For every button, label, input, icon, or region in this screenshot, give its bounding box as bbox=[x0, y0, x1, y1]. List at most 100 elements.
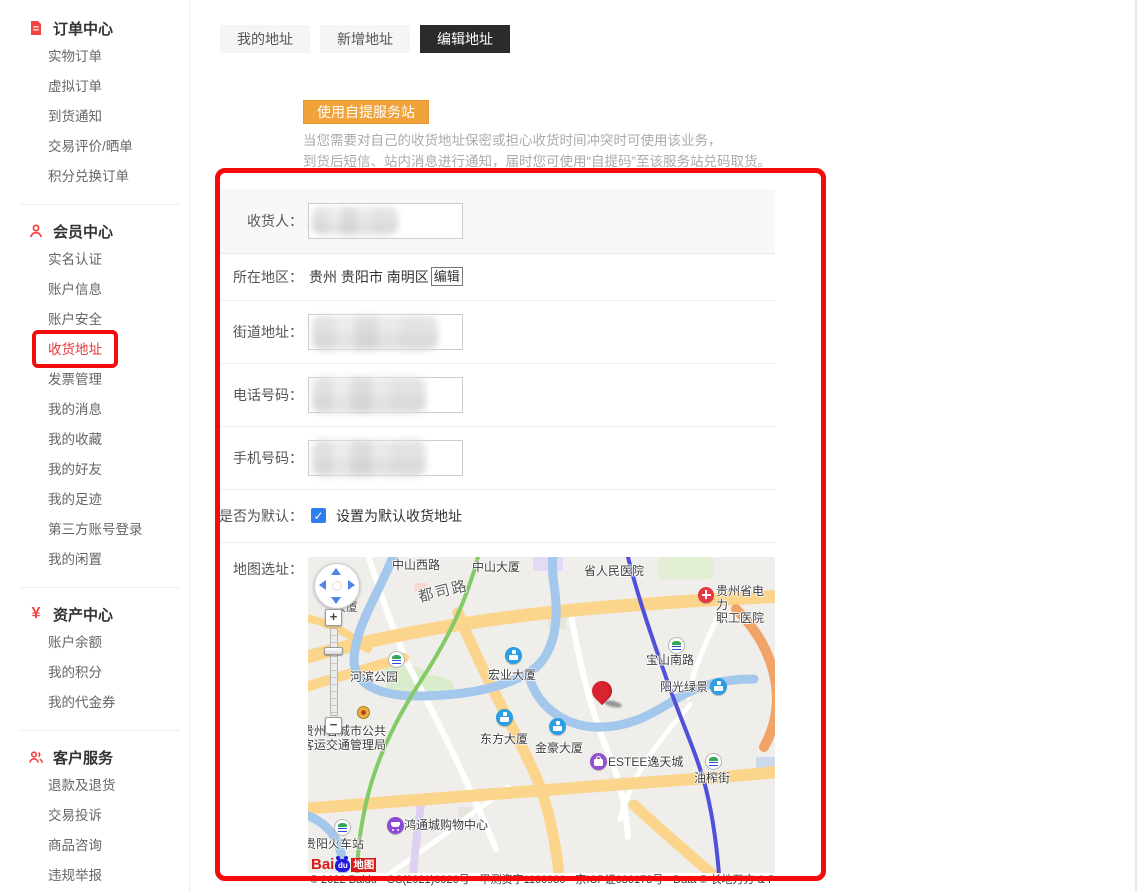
recipient-row: 收货人： bbox=[215, 189, 775, 254]
sidebar-item-label: 第三方账号登录 bbox=[48, 515, 143, 545]
sidebar-item-label: 我的消息 bbox=[48, 395, 102, 425]
region-edit-button[interactable]: 编辑 bbox=[431, 267, 463, 286]
map-poi-label: 鸿通城购物中心 bbox=[404, 819, 488, 833]
sidebar-section-title: 会员中心 bbox=[53, 221, 113, 242]
metro-icon bbox=[705, 753, 722, 770]
sidebar-section-divider bbox=[20, 204, 179, 205]
sidebar-item-我的消息[interactable]: 我的消息 bbox=[28, 395, 189, 425]
mall-icon bbox=[590, 753, 607, 770]
tab-新增地址[interactable]: 新增地址 bbox=[320, 25, 410, 53]
sidebar-section-title: 订单中心 bbox=[53, 18, 113, 39]
default-checkbox[interactable]: ✓ bbox=[311, 508, 326, 523]
zoom-out-button[interactable]: − bbox=[325, 717, 342, 734]
sidebar-item-我的积分[interactable]: 我的积分 bbox=[28, 658, 189, 688]
sidebar-item-label: 账户余额 bbox=[48, 628, 102, 658]
sidebar-item-商品咨询[interactable]: 商品咨询 bbox=[28, 831, 189, 861]
zoom-in-button[interactable]: + bbox=[325, 609, 342, 626]
sidebar-item-我的足迹[interactable]: 我的足迹 bbox=[28, 485, 189, 515]
tab-编辑地址[interactable]: 编辑地址 bbox=[420, 25, 510, 53]
metro-icon bbox=[334, 819, 351, 836]
map-poi-label: 油榨街 bbox=[694, 772, 730, 786]
region-row: 所在地区： 贵州 贵阳市 南明区 编辑 bbox=[215, 254, 775, 301]
sidebar-item-label: 发票管理 bbox=[48, 365, 102, 395]
map-poi-label: ESTEE逸天城 bbox=[608, 756, 683, 770]
sidebar-item-label: 我的好友 bbox=[48, 455, 102, 485]
street-label: 街道地址： bbox=[215, 322, 303, 342]
region-label: 所在地区： bbox=[215, 267, 303, 287]
sidebar-item-label: 我的积分 bbox=[48, 658, 102, 688]
mobile-input[interactable] bbox=[308, 440, 463, 476]
pickup-desc-line1: 当您需要对自己的收货地址保密或担心收货时间冲突时可使用该业务， bbox=[303, 131, 1137, 152]
sidebar-item-发票管理[interactable]: 发票管理 bbox=[28, 365, 189, 395]
pan-left-icon[interactable] bbox=[319, 580, 326, 590]
station-icon bbox=[549, 718, 566, 735]
recipient-label: 收货人： bbox=[215, 211, 303, 231]
sidebar-item-收货地址[interactable]: 收货地址 bbox=[28, 335, 189, 365]
pan-right-icon[interactable] bbox=[348, 580, 355, 590]
sidebar-item-第三方账号登录[interactable]: 第三方账号登录 bbox=[28, 515, 189, 545]
sidebar-item-我的好友[interactable]: 我的好友 bbox=[28, 455, 189, 485]
sidebar-item-到货通知[interactable]: 到货通知 bbox=[28, 102, 189, 132]
hospital-icon bbox=[698, 587, 714, 603]
pan-up-icon[interactable] bbox=[331, 568, 341, 575]
street-row: 街道地址： bbox=[215, 301, 775, 364]
sidebar-item-我的收藏[interactable]: 我的收藏 bbox=[28, 425, 189, 455]
sidebar-item-label: 我的收藏 bbox=[48, 425, 102, 455]
baidu-logo: Bai du 地图 bbox=[311, 857, 376, 872]
sidebar-item-label: 我的足迹 bbox=[48, 485, 102, 515]
map-poi-label: 阳光绿景 bbox=[660, 681, 708, 695]
baidu-logo-bai: Bai bbox=[311, 857, 334, 872]
use-pickup-station-button[interactable]: 使用自提服务站 bbox=[303, 100, 429, 124]
sidebar-section-header: 客户服务 bbox=[28, 743, 189, 771]
recipient-input[interactable] bbox=[308, 203, 463, 239]
tab-我的地址[interactable]: 我的地址 bbox=[220, 25, 310, 53]
sidebar-item-label: 实物订单 bbox=[48, 42, 102, 72]
sidebar-section-header: 订单中心 bbox=[28, 14, 189, 42]
sidebar-item-积分兑换订单[interactable]: 积分兑换订单 bbox=[28, 162, 189, 192]
blurred-value bbox=[312, 440, 426, 476]
pan-center-icon bbox=[332, 581, 342, 591]
sidebar-item-交易投诉[interactable]: 交易投诉 bbox=[28, 801, 189, 831]
phone-input[interactable] bbox=[308, 377, 463, 413]
default-row: 是否为默认： ✓ 设置为默认收货地址 bbox=[215, 490, 775, 543]
sidebar-item-我的闲置[interactable]: 我的闲置 bbox=[28, 545, 189, 575]
metro-icon bbox=[668, 637, 685, 654]
zoom-slider-handle[interactable] bbox=[324, 647, 343, 655]
map-poi-label: 金豪大厦 bbox=[535, 742, 583, 756]
baidu-map[interactable]: 中山西路中山大厦省人民医院都司路贵州省电力 职工医院大厦河滨公园宏业大厦宝山南路… bbox=[308, 557, 775, 888]
sidebar-item-账户安全[interactable]: 账户安全 bbox=[28, 305, 189, 335]
default-label: 是否为默认： bbox=[215, 506, 303, 526]
phone-label: 电话号码： bbox=[215, 385, 303, 405]
sidebar-item-label: 退款及退货 bbox=[48, 771, 116, 801]
sidebar-item-label: 到货通知 bbox=[48, 102, 102, 132]
pan-down-icon[interactable] bbox=[331, 597, 341, 604]
sidebar-item-账户余额[interactable]: 账户余额 bbox=[28, 628, 189, 658]
sidebar-section-header: 会员中心 bbox=[28, 217, 189, 245]
phone-row: 电话号码： bbox=[215, 364, 775, 427]
main-content: 我的地址新增地址编辑地址 使用自提服务站 当您需要对自己的收货地址保密或担心收货… bbox=[190, 0, 1137, 892]
sidebar-item-label: 交易投诉 bbox=[48, 801, 102, 831]
map-poi-label: 中山大厦 bbox=[472, 561, 520, 575]
mobile-label: 手机号码： bbox=[215, 448, 303, 468]
map-poi-label: 贵州省城市公共 客运交通管理局 bbox=[308, 725, 386, 753]
sidebar-item-交易评价/晒单[interactable]: 交易评价/晒单 bbox=[28, 132, 189, 162]
sidebar-item-虚拟订单[interactable]: 虚拟订单 bbox=[28, 72, 189, 102]
sidebar-item-违规举报[interactable]: 违规举报 bbox=[28, 861, 189, 891]
zoom-track[interactable] bbox=[330, 628, 338, 716]
sidebar-item-实名认证[interactable]: 实名认证 bbox=[28, 245, 189, 275]
station-icon bbox=[496, 709, 513, 726]
sidebar-item-实物订单[interactable]: 实物订单 bbox=[28, 42, 189, 72]
map-poi-label: 宝山南路 bbox=[646, 654, 694, 668]
street-input[interactable] bbox=[308, 314, 463, 350]
sidebar: 订单中心实物订单虚拟订单到货通知交易评价/晒单积分兑换订单会员中心实名认证账户信… bbox=[0, 0, 190, 892]
map-poi-label: 贵阳火车站 bbox=[308, 838, 364, 852]
pickup-description: 当您需要对自己的收货地址保密或担心收货时间冲突时可使用该业务， 到货后短信、站内… bbox=[303, 131, 1137, 173]
sidebar-item-账户信息[interactable]: 账户信息 bbox=[28, 275, 189, 305]
map-poi-label: 东方大厦 bbox=[480, 733, 528, 747]
yuan-icon: ¥ bbox=[28, 606, 44, 622]
sidebar-item-label: 我的闲置 bbox=[48, 545, 102, 575]
map-pan-control[interactable] bbox=[314, 563, 360, 609]
sidebar-item-退款及退货[interactable]: 退款及退货 bbox=[28, 771, 189, 801]
sidebar-item-我的代金券[interactable]: 我的代金券 bbox=[28, 688, 189, 718]
sidebar-section-header: ¥资产中心 bbox=[28, 600, 189, 628]
